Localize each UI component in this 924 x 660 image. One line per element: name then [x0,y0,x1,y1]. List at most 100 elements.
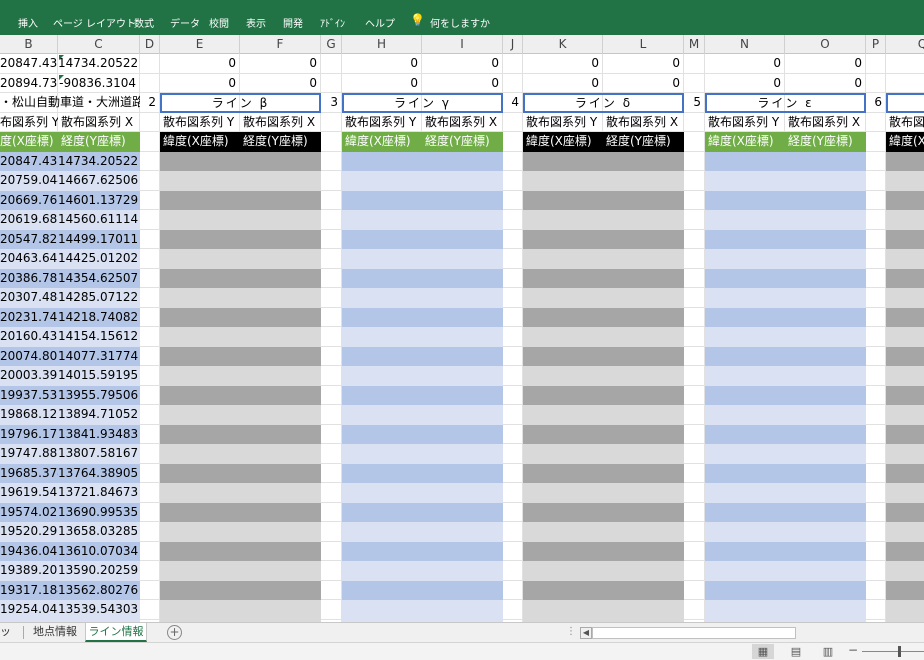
data-cell-empty[interactable] [240,483,321,503]
zoom-slider-thumb[interactable] [898,646,901,657]
data-cell-empty[interactable] [705,405,785,425]
data-cell-empty[interactable] [785,288,866,308]
data-cell-empty[interactable] [603,230,684,249]
data-cell-empty[interactable] [705,288,785,308]
data-cell-empty[interactable] [603,152,684,171]
cell-b2[interactable]: 20894.73606 [0,74,58,93]
data-cell-empty[interactable] [603,386,684,405]
data-cell-empty[interactable] [886,347,924,366]
data-cell-empty[interactable] [603,171,684,191]
data-cell-empty[interactable] [523,503,603,522]
line-number[interactable]: 5 [684,93,705,113]
data-cell-empty[interactable] [342,600,422,620]
data-cell-empty[interactable] [886,405,924,425]
data-cell-empty[interactable] [422,210,503,230]
data-cell-empty[interactable] [523,152,603,171]
series-y-header[interactable]: 散布図系列 Y [342,113,422,132]
data-cell-empty[interactable] [160,152,240,171]
series-x-header[interactable]: 散布図系列 X [58,113,140,132]
data-cell-lon[interactable]: 14154.15612 [58,327,140,347]
data-cell-empty[interactable] [785,327,866,347]
data-cell-empty[interactable] [160,269,240,288]
column-header-b[interactable]: B [0,35,58,54]
data-cell-lon[interactable]: 13539.54303 [58,600,140,620]
data-cell-empty[interactable] [160,191,240,210]
data-cell-empty[interactable] [603,288,684,308]
data-cell-empty[interactable] [160,425,240,444]
column-header-j[interactable]: J [503,35,523,54]
cell-c2[interactable]: -90836.3104 [58,74,140,93]
data-cell-lat[interactable]: 19619.5414 [0,483,58,503]
data-cell-empty[interactable] [886,191,924,210]
data-cell-empty[interactable] [785,444,866,464]
data-cell-lon[interactable]: 13590.20259 [58,561,140,581]
lon-header[interactable]: 経度(Y座標) [240,132,321,152]
data-cell-empty[interactable] [240,366,321,386]
data-cell-empty[interactable] [886,269,924,288]
data-cell-empty[interactable] [603,464,684,483]
data-cell-empty[interactable] [523,464,603,483]
cell-b1[interactable]: 20847.4355 [0,54,58,74]
cell-zero[interactable]: 0 [422,54,503,74]
data-cell-empty[interactable] [422,444,503,464]
data-cell-empty[interactable] [785,581,866,600]
cell-zero[interactable]: 0 [160,74,240,93]
data-cell-empty[interactable] [523,366,603,386]
series-y-header[interactable]: 散布図系列 Y [160,113,240,132]
data-cell-empty[interactable] [240,152,321,171]
data-cell-empty[interactable] [160,464,240,483]
data-cell-lon[interactable]: 14354.62507 [58,269,140,288]
data-cell-empty[interactable] [342,483,422,503]
data-cell-lat[interactable]: 19520.2925 [0,522,58,542]
tell-me-search[interactable]: 何をしますか [430,15,490,30]
tab-help[interactable]: ヘルプ [365,15,395,30]
data-cell-empty[interactable] [240,191,321,210]
data-cell-empty[interactable] [603,503,684,522]
data-cell-lon[interactable]: 14499.17011 [58,230,140,249]
data-cell-empty[interactable] [705,191,785,210]
series-y-header[interactable]: 散布図系列 Y [705,113,785,132]
data-cell-empty[interactable] [886,464,924,483]
data-cell-empty[interactable] [705,327,785,347]
data-cell-lat[interactable]: 19317.1843 [0,581,58,600]
data-cell-empty[interactable] [422,386,503,405]
data-cell-empty[interactable] [422,191,503,210]
data-cell-empty[interactable] [422,269,503,288]
data-cell-empty[interactable] [160,600,240,620]
column-header-i[interactable]: I [422,35,503,54]
data-cell-empty[interactable] [240,308,321,327]
data-cell-empty[interactable] [240,522,321,542]
data-cell-empty[interactable] [603,522,684,542]
line-number[interactable]: 2 [140,93,160,113]
data-cell-lat[interactable]: 19868.1288 [0,405,58,425]
line-name-box[interactable]: ライン ε [705,93,866,113]
data-cell-empty[interactable] [886,386,924,405]
data-cell-empty[interactable] [240,269,321,288]
data-cell-empty[interactable] [523,308,603,327]
data-cell-lat[interactable]: 20003.3998 [0,366,58,386]
data-cell-empty[interactable] [785,249,866,269]
data-cell-empty[interactable] [705,503,785,522]
column-header-d[interactable]: D [140,35,160,54]
data-cell-empty[interactable] [342,327,422,347]
data-cell-empty[interactable] [342,425,422,444]
data-cell-empty[interactable] [422,366,503,386]
data-cell-empty[interactable] [342,444,422,464]
data-cell-lon[interactable]: 14601.13729 [58,191,140,210]
data-cell-empty[interactable] [603,600,684,620]
data-cell-empty[interactable] [240,425,321,444]
data-cell-empty[interactable] [603,366,684,386]
data-cell-empty[interactable] [160,366,240,386]
data-cell-lat[interactable]: 19937.5397 [0,386,58,405]
data-cell-lat[interactable]: 20847.4355 [0,152,58,171]
cell-zero[interactable]: 0 [705,74,785,93]
data-cell-lon[interactable]: 13807.58167 [58,444,140,464]
data-cell-empty[interactable] [240,581,321,600]
data-cell-empty[interactable] [342,503,422,522]
column-header-f[interactable]: F [240,35,321,54]
data-cell-empty[interactable] [705,581,785,600]
lat-header[interactable]: 度(X座標) [0,132,58,152]
scroll-left-icon[interactable]: ◀ [580,627,592,639]
data-cell-lon[interactable]: 13690.99535 [58,503,140,522]
column-header-n[interactable]: N [705,35,785,54]
